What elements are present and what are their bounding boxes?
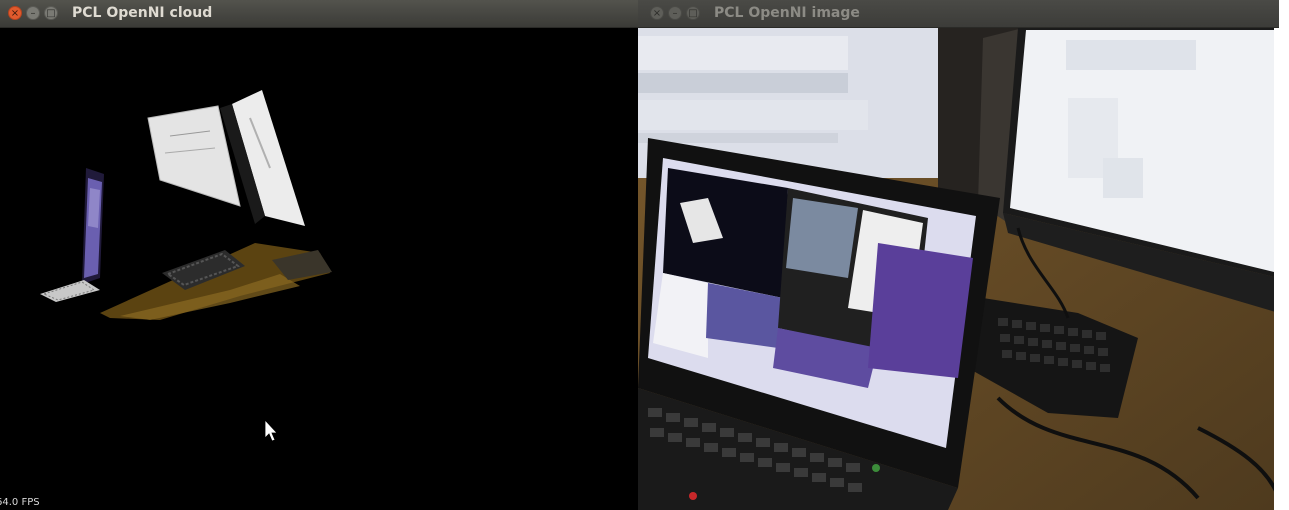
point-cloud-render bbox=[40, 90, 332, 442]
close-button[interactable]: × bbox=[650, 6, 664, 20]
window-title: PCL OpenNI image bbox=[714, 5, 860, 21]
close-icon: × bbox=[652, 8, 662, 19]
minimize-icon: – bbox=[30, 8, 36, 19]
image-window-titlebar[interactable]: × – □ PCL OpenNI image bbox=[638, 0, 1279, 28]
close-button[interactable]: × bbox=[8, 6, 22, 20]
maximize-icon: □ bbox=[46, 8, 56, 19]
maximize-icon: □ bbox=[688, 8, 698, 19]
fps-counter: 64.0 FPS bbox=[0, 497, 40, 508]
minimize-button[interactable]: – bbox=[668, 6, 682, 20]
maximize-button[interactable]: □ bbox=[44, 6, 58, 20]
cloud-window-titlebar[interactable]: × – □ PCL OpenNI cloud bbox=[0, 0, 638, 28]
window-title: PCL OpenNI cloud bbox=[72, 5, 213, 21]
camera-image-viewport[interactable] bbox=[638, 28, 1279, 510]
minimize-button[interactable]: – bbox=[26, 6, 40, 20]
image-window: × – □ PCL OpenNI image bbox=[638, 0, 1279, 510]
minimize-icon: – bbox=[672, 8, 678, 19]
cloud-window: × – □ PCL OpenNI cloud 64.0 FPS bbox=[0, 0, 638, 510]
point-cloud-viewport[interactable]: 64.0 FPS bbox=[0, 28, 638, 510]
close-icon: × bbox=[10, 8, 20, 19]
mouse-pointer-icon bbox=[264, 418, 278, 442]
camera-image bbox=[638, 28, 1279, 510]
maximize-button[interactable]: □ bbox=[686, 6, 700, 20]
